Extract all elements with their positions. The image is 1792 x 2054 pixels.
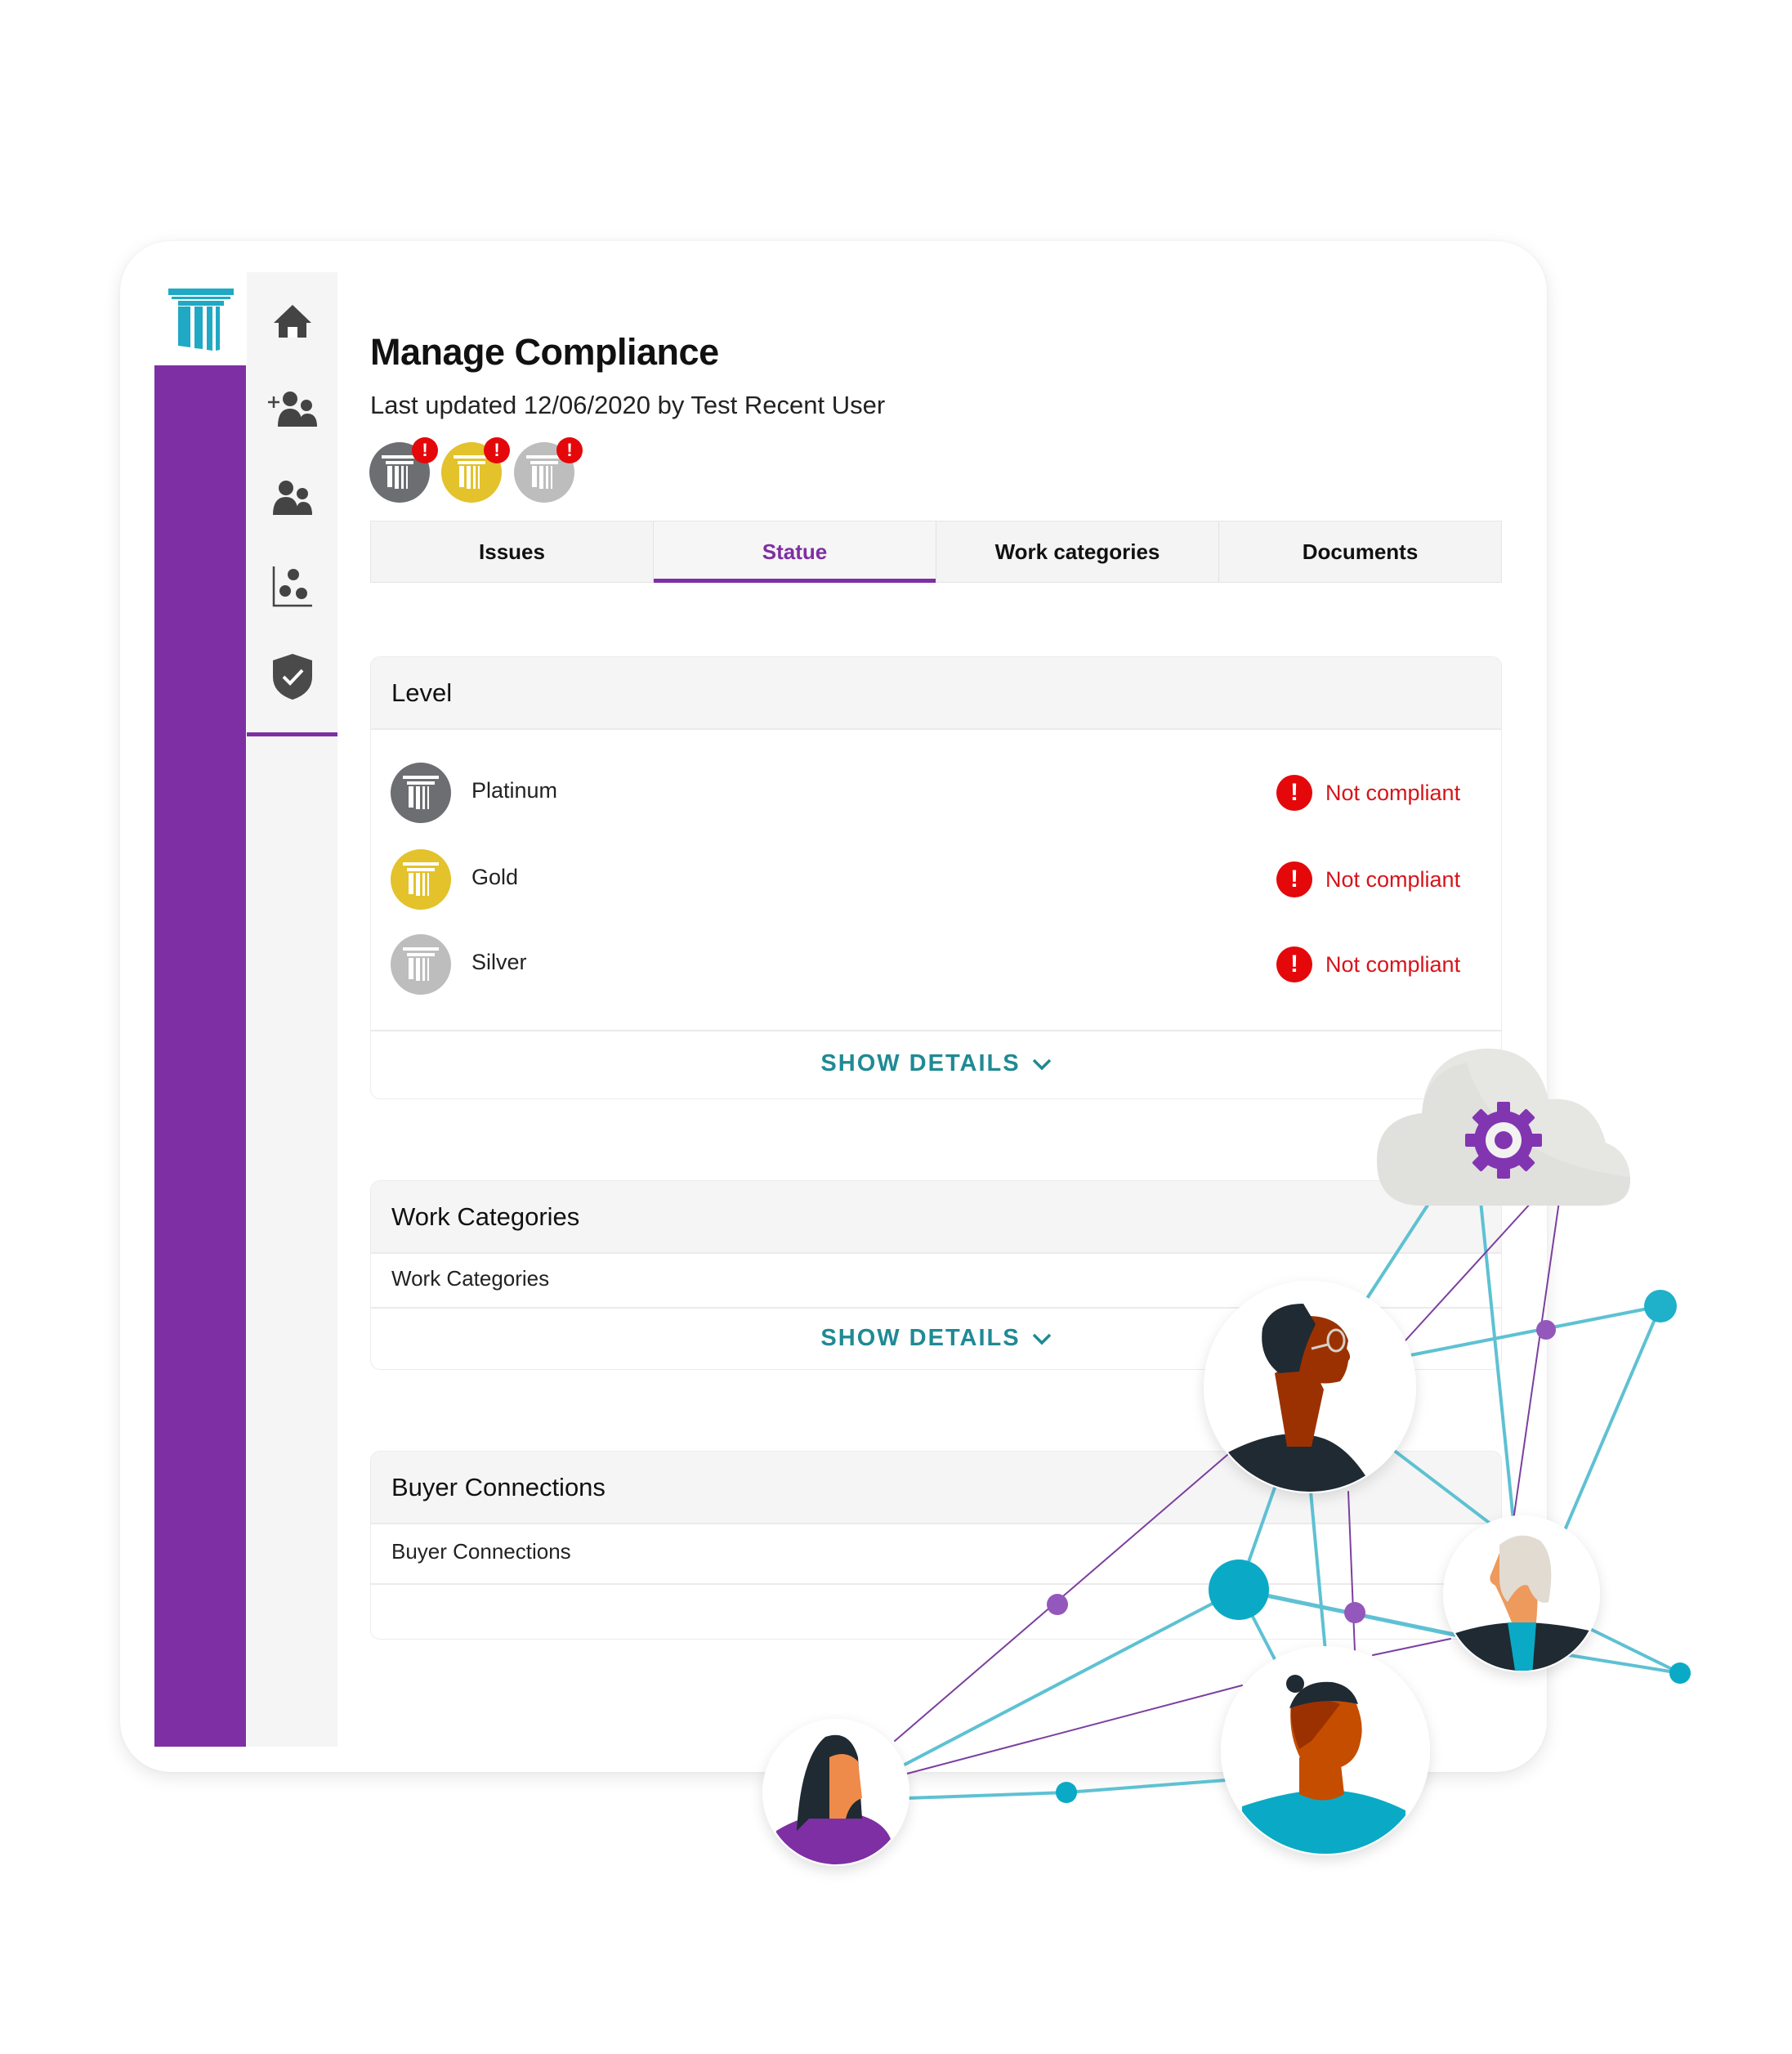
sidebar-item-compliance[interactable] (271, 652, 314, 701)
work-categories-section: Work Categories Work Categories SHOW DET… (370, 1180, 1502, 1370)
sidebar-nav (247, 272, 337, 1747)
pillar-icon (526, 455, 562, 489)
alert-icon: ! (1276, 775, 1312, 811)
level-row-gold: Gold ! Not compliant (371, 847, 1501, 912)
last-updated-text: Last updated 12/06/2020 by Test Recent U… (370, 391, 886, 419)
level-show-details-button[interactable]: SHOW DETAILS (371, 1050, 1501, 1077)
divider (371, 1030, 1501, 1031)
pillar-icon (382, 455, 418, 489)
show-details-label: SHOW DETAILS (820, 1050, 1021, 1076)
badge-platinum[interactable]: ! (369, 437, 438, 503)
tab-documents[interactable]: Documents (1219, 521, 1501, 582)
status-badge: ! Not compliant (1276, 861, 1460, 897)
badge-silver[interactable]: ! (514, 437, 583, 503)
platinum-level-icon (391, 763, 451, 823)
level-label: Silver (471, 950, 527, 974)
level-row-silver: Silver ! Not compliant (371, 932, 1501, 997)
buyer-connections-title: Buyer Connections (371, 1452, 1501, 1524)
page-title: Manage Compliance (370, 331, 719, 373)
network-node (1056, 1782, 1077, 1803)
tab-work-categories[interactable]: Work categories (936, 521, 1219, 582)
status-badge: ! Not compliant (1276, 775, 1460, 811)
level-row-platinum: Platinum ! Not compliant (371, 760, 1501, 826)
add-user-icon (268, 392, 317, 427)
sidebar-item-analytics[interactable] (271, 565, 314, 607)
status-badge: ! Not compliant (1276, 946, 1460, 982)
status-text: Not compliant (1325, 780, 1461, 805)
level-label: Platinum (471, 778, 558, 803)
network-node (1644, 1290, 1677, 1322)
level-section-title: Level (371, 657, 1501, 730)
status-text: Not compliant (1325, 951, 1461, 977)
divider (371, 1583, 1501, 1585)
sidebar-item-users[interactable] (271, 477, 314, 519)
divider (371, 1307, 1501, 1309)
shield-check-icon (273, 654, 312, 700)
tab-issues[interactable]: Issues (371, 521, 654, 582)
sidebar-primary (154, 365, 246, 1747)
alert-badge-icon: ! (556, 437, 583, 463)
status-text: Not compliant (1325, 866, 1461, 892)
gold-level-icon (391, 849, 451, 910)
work-categories-show-details-button[interactable]: SHOW DETAILS (371, 1325, 1501, 1352)
show-details-label: SHOW DETAILS (820, 1325, 1021, 1351)
scatter-chart-icon (272, 566, 312, 607)
level-label: Gold (471, 865, 519, 889)
network-node (1669, 1662, 1691, 1684)
buyer-connections-section: Buyer Connections Buyer Connections (370, 1451, 1502, 1640)
alert-badge-icon: ! (412, 437, 438, 463)
work-categories-title: Work Categories (371, 1181, 1501, 1254)
alert-icon: ! (1276, 861, 1312, 897)
alert-icon: ! (1276, 946, 1312, 982)
tab-bar: Issues Statue Work categories Documents (370, 521, 1502, 583)
sidebar-item-home[interactable] (271, 300, 314, 342)
chevron-down-icon (1032, 1334, 1051, 1345)
level-section: Level Platinum ! Not compliant Gold ! No… (370, 656, 1502, 1099)
work-categories-body: Work Categories (391, 1266, 550, 1291)
silver-level-icon (391, 934, 451, 995)
buyer-connections-body: Buyer Connections (391, 1539, 571, 1564)
users-icon (273, 481, 312, 515)
chevron-down-icon (1032, 1059, 1051, 1071)
active-nav-indicator (247, 732, 337, 736)
home-icon (274, 305, 311, 338)
pillar-icon (454, 455, 489, 489)
badge-gold[interactable]: ! (441, 437, 510, 503)
sidebar-item-add-user[interactable] (266, 388, 320, 431)
pillar-logo-icon (168, 289, 234, 351)
tab-statue[interactable]: Statue (654, 521, 936, 583)
alert-badge-icon: ! (484, 437, 510, 463)
